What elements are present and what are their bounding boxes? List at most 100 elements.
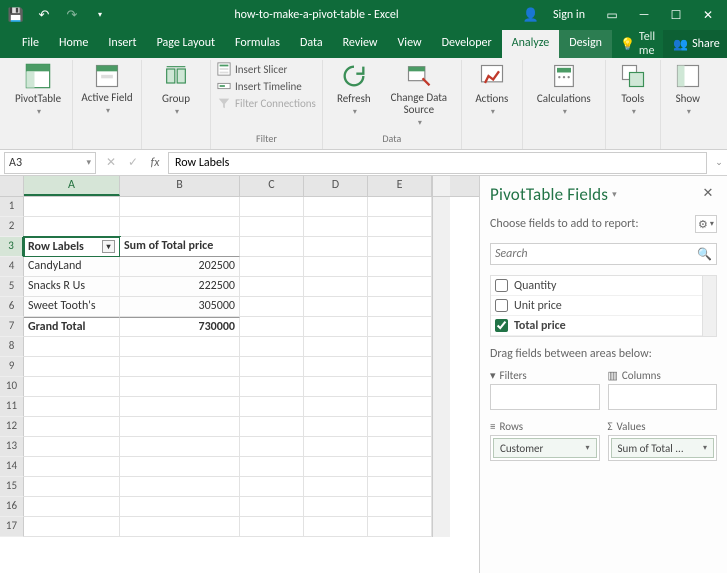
cell[interactable] <box>240 377 304 397</box>
values-drop-box[interactable]: Sum of Total ... ▾ <box>608 435 718 461</box>
cell[interactable] <box>304 357 368 377</box>
row-header[interactable]: 14 <box>0 457 24 477</box>
redo-icon[interactable]: ↷ <box>60 3 84 27</box>
tab-review[interactable]: Review <box>333 30 388 58</box>
tab-home[interactable]: Home <box>49 30 98 58</box>
cell[interactable] <box>368 317 432 337</box>
row-header[interactable]: 11 <box>0 397 24 417</box>
cell[interactable] <box>368 517 432 537</box>
cell-a5[interactable]: Snacks R Us <box>24 277 120 297</box>
cell[interactable] <box>24 357 120 377</box>
row-header[interactable]: 4 <box>0 257 24 277</box>
cell[interactable] <box>120 517 240 537</box>
row-header[interactable]: 17 <box>0 517 24 537</box>
cell[interactable] <box>304 457 368 477</box>
cell[interactable] <box>120 457 240 477</box>
cell[interactable] <box>304 317 368 337</box>
cell[interactable] <box>368 237 432 257</box>
column-header-A[interactable]: A <box>24 176 120 196</box>
field-search-input[interactable] <box>495 247 697 261</box>
cell[interactable] <box>304 417 368 437</box>
tab-page-layout[interactable]: Page Layout <box>147 30 225 58</box>
field-quantity[interactable]: Quantity <box>491 276 702 296</box>
cell-b7[interactable]: 730000 <box>120 317 240 337</box>
pivottable-button[interactable]: PivotTable <box>10 62 66 117</box>
cell[interactable] <box>304 337 368 357</box>
active-field-button[interactable]: Active Field <box>79 62 135 116</box>
cell-a3[interactable]: Row Labels ▾ <box>24 237 120 257</box>
close-pane-icon[interactable]: ✕ <box>699 186 717 204</box>
row-header[interactable]: 12 <box>0 417 24 437</box>
cell[interactable] <box>24 197 120 217</box>
cell[interactable] <box>304 517 368 537</box>
cell[interactable] <box>304 297 368 317</box>
filters-drop-box[interactable] <box>490 384 600 410</box>
cell[interactable] <box>240 257 304 277</box>
field-list-scrollbar[interactable] <box>702 276 716 336</box>
cell[interactable] <box>120 417 240 437</box>
tab-analyze[interactable]: Analyze <box>502 30 560 58</box>
cell[interactable] <box>368 217 432 237</box>
cell[interactable] <box>240 417 304 437</box>
cell-a4[interactable]: CandyLand <box>24 257 120 277</box>
cell-a7[interactable]: Grand Total <box>24 317 120 337</box>
cell[interactable] <box>24 457 120 477</box>
row-header[interactable]: 5 <box>0 277 24 297</box>
maximize-button[interactable]: ☐ <box>661 3 691 27</box>
cell[interactable] <box>120 357 240 377</box>
insert-timeline-button[interactable]: Insert Timeline <box>217 79 316 93</box>
group-button[interactable]: Group <box>148 62 204 117</box>
cell-b3[interactable]: Sum of Total price <box>120 237 240 257</box>
cell[interactable] <box>24 377 120 397</box>
tools-button[interactable]: Tools <box>612 62 654 117</box>
tab-file[interactable]: File <box>12 30 49 58</box>
name-box[interactable]: A3 ▾ <box>4 152 96 174</box>
cell[interactable] <box>304 497 368 517</box>
cell[interactable] <box>240 357 304 377</box>
cell[interactable] <box>240 477 304 497</box>
row-header[interactable]: 9 <box>0 357 24 377</box>
columns-drop-box[interactable] <box>608 384 718 410</box>
row-header[interactable]: 13 <box>0 437 24 457</box>
insert-function-icon[interactable]: fx <box>144 152 166 174</box>
cell[interactable] <box>240 297 304 317</box>
insert-slicer-button[interactable]: Insert Slicer <box>217 62 316 76</box>
field-checkbox[interactable] <box>495 319 508 332</box>
cell[interactable] <box>304 377 368 397</box>
row-header[interactable]: 1 <box>0 197 24 217</box>
cell[interactable] <box>304 257 368 277</box>
cell[interactable] <box>304 397 368 417</box>
cell[interactable] <box>240 457 304 477</box>
cell[interactable] <box>24 517 120 537</box>
cell[interactable] <box>24 497 120 517</box>
tab-insert[interactable]: Insert <box>98 30 146 58</box>
values-item-total-price[interactable]: Sum of Total ... ▾ <box>611 438 715 458</box>
cell[interactable] <box>120 217 240 237</box>
cell[interactable] <box>368 397 432 417</box>
tab-developer[interactable]: Developer <box>432 30 502 58</box>
row-header[interactable]: 3 <box>0 237 24 257</box>
accept-formula-icon[interactable]: ✓ <box>122 152 144 174</box>
cell[interactable] <box>240 277 304 297</box>
cell[interactable] <box>240 517 304 537</box>
cell[interactable] <box>24 337 120 357</box>
row-header[interactable]: 7 <box>0 317 24 337</box>
cell[interactable] <box>240 197 304 217</box>
save-icon[interactable]: 💾 <box>4 3 28 27</box>
cell[interactable] <box>304 197 368 217</box>
cancel-formula-icon[interactable]: ✕ <box>100 152 122 174</box>
sign-in-button[interactable]: Sign in <box>543 3 595 27</box>
field-checkbox[interactable] <box>495 299 508 312</box>
row-header[interactable]: 6 <box>0 297 24 317</box>
tab-formulas[interactable]: Formulas <box>225 30 290 58</box>
cell[interactable] <box>368 277 432 297</box>
close-button[interactable]: ✕ <box>693 3 723 27</box>
cell[interactable] <box>120 497 240 517</box>
expand-formula-bar-icon[interactable]: ⌄ <box>711 157 727 168</box>
field-total-price[interactable]: Total price <box>491 316 702 336</box>
cell[interactable] <box>304 277 368 297</box>
cell[interactable] <box>120 337 240 357</box>
cell[interactable] <box>240 497 304 517</box>
field-search[interactable]: 🔍 <box>490 243 717 265</box>
cell[interactable] <box>120 397 240 417</box>
